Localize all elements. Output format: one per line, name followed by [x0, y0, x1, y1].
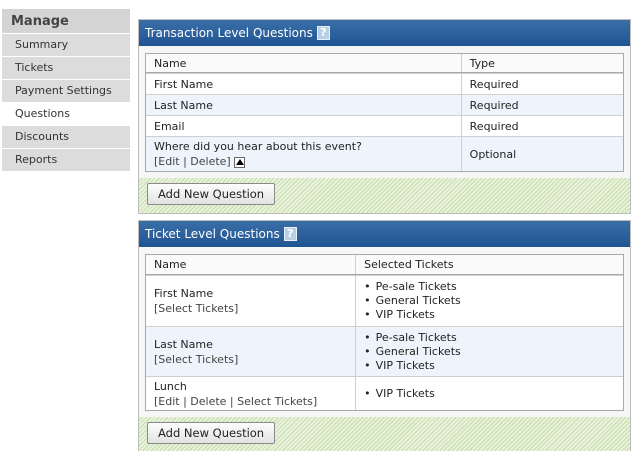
question-name: First Name: [154, 77, 214, 91]
question-name: Email: [154, 119, 185, 133]
sidebar-item-payment-settings[interactable]: Payment Settings: [2, 80, 130, 102]
transaction-panel-footer: Add New Question: [139, 178, 630, 213]
ticket-list: Pe-sale Tickets General Tickets VIP Tick…: [364, 280, 615, 322]
ticket-list: Pe-sale Tickets General Tickets VIP Tick…: [364, 331, 615, 373]
question-actions: [Edit | Delete]: [154, 155, 453, 168]
ticket-questions-table: Name Selected Tickets First Name [Select…: [145, 254, 624, 411]
ticket-panel-footer: Add New Question: [139, 417, 630, 451]
question-type: Required: [460, 116, 623, 136]
question-name: Last Name: [154, 337, 213, 351]
table-row: Email Required: [146, 115, 623, 136]
sidebar-item-questions[interactable]: Questions: [2, 103, 130, 125]
add-new-question-button[interactable]: Add New Question: [147, 183, 276, 205]
transaction-questions-panel: Transaction Level Questions ? Name Type …: [138, 19, 631, 214]
ticket-panel-header: Ticket Level Questions ?: [139, 221, 630, 247]
question-name: First Name: [154, 287, 214, 300]
table-row: First Name Required: [146, 73, 623, 94]
question-type: Required: [460, 74, 623, 94]
edit-delete-links[interactable]: [Edit | Delete]: [154, 155, 231, 168]
transaction-panel-header: Transaction Level Questions ?: [139, 20, 630, 46]
ticket-list: VIP Tickets: [364, 387, 615, 401]
transaction-panel-title: Transaction Level Questions: [145, 25, 313, 40]
list-item: VIP Tickets: [364, 387, 615, 401]
sidebar-item-summary[interactable]: Summary: [2, 34, 130, 56]
question-type: Required: [460, 95, 623, 115]
add-new-question-button[interactable]: Add New Question: [147, 422, 276, 444]
table-header-row: Name Type: [146, 54, 623, 73]
ticket-panel-title: Ticket Level Questions: [145, 226, 280, 241]
table-row: Last Name [Select Tickets] Pe-sale Ticke…: [146, 326, 623, 376]
question-cell: Where did you hear about this event? [Ed…: [146, 137, 461, 171]
selected-tickets-cell: VIP Tickets: [355, 377, 623, 410]
table-header-row: Name Selected Tickets: [146, 255, 623, 275]
list-item: General Tickets: [364, 294, 615, 308]
list-item: VIP Tickets: [364, 308, 615, 322]
sidebar-title: Manage: [2, 9, 130, 33]
move-up-icon[interactable]: [233, 156, 245, 168]
question-cell: First Name [Select Tickets]: [146, 276, 355, 326]
selected-tickets-cell: Pe-sale Tickets General Tickets VIP Tick…: [355, 276, 623, 326]
transaction-questions-table: Name Type First Name Required Last Name …: [145, 53, 624, 172]
help-icon[interactable]: ?: [316, 25, 330, 40]
column-header-selected-tickets: Selected Tickets: [355, 255, 623, 274]
sidebar-item-tickets[interactable]: Tickets: [2, 57, 130, 79]
column-header-name: Name: [154, 56, 187, 70]
sidebar-item-reports[interactable]: Reports: [2, 149, 130, 171]
help-icon[interactable]: ?: [283, 226, 297, 241]
selected-tickets-cell: Pe-sale Tickets General Tickets VIP Tick…: [355, 327, 623, 376]
question-name: Where did you hear about this event?: [154, 140, 362, 153]
question-name: Lunch: [154, 379, 187, 393]
select-tickets-link[interactable]: [Select Tickets]: [154, 353, 347, 366]
table-row: First Name [Select Tickets] Pe-sale Tick…: [146, 275, 623, 326]
table-row: Where did you hear about this event? [Ed…: [146, 136, 623, 171]
column-header-name: Name: [154, 258, 187, 271]
table-row: Lunch [Edit | Delete | Select Tickets] V…: [146, 376, 623, 410]
ticket-questions-panel: Ticket Level Questions ? Name Selected T…: [138, 220, 631, 451]
list-item: VIP Tickets: [364, 359, 615, 373]
question-cell: Lunch [Edit | Delete | Select Tickets]: [146, 377, 355, 410]
edit-delete-select-links[interactable]: [Edit | Delete | Select Tickets]: [154, 395, 347, 408]
list-item: General Tickets: [364, 345, 615, 359]
list-item: Pe-sale Tickets: [364, 331, 615, 345]
column-header-type: Type: [460, 54, 623, 72]
question-type: Optional: [460, 137, 623, 171]
select-tickets-link[interactable]: [Select Tickets]: [154, 302, 347, 315]
sidebar-item-discounts[interactable]: Discounts: [2, 126, 130, 148]
manage-sidebar: Manage Summary Tickets Payment Settings …: [2, 9, 130, 171]
table-row: Last Name Required: [146, 94, 623, 115]
question-name: Last Name: [154, 98, 213, 112]
question-cell: Last Name [Select Tickets]: [146, 327, 355, 376]
list-item: Pe-sale Tickets: [364, 280, 615, 294]
